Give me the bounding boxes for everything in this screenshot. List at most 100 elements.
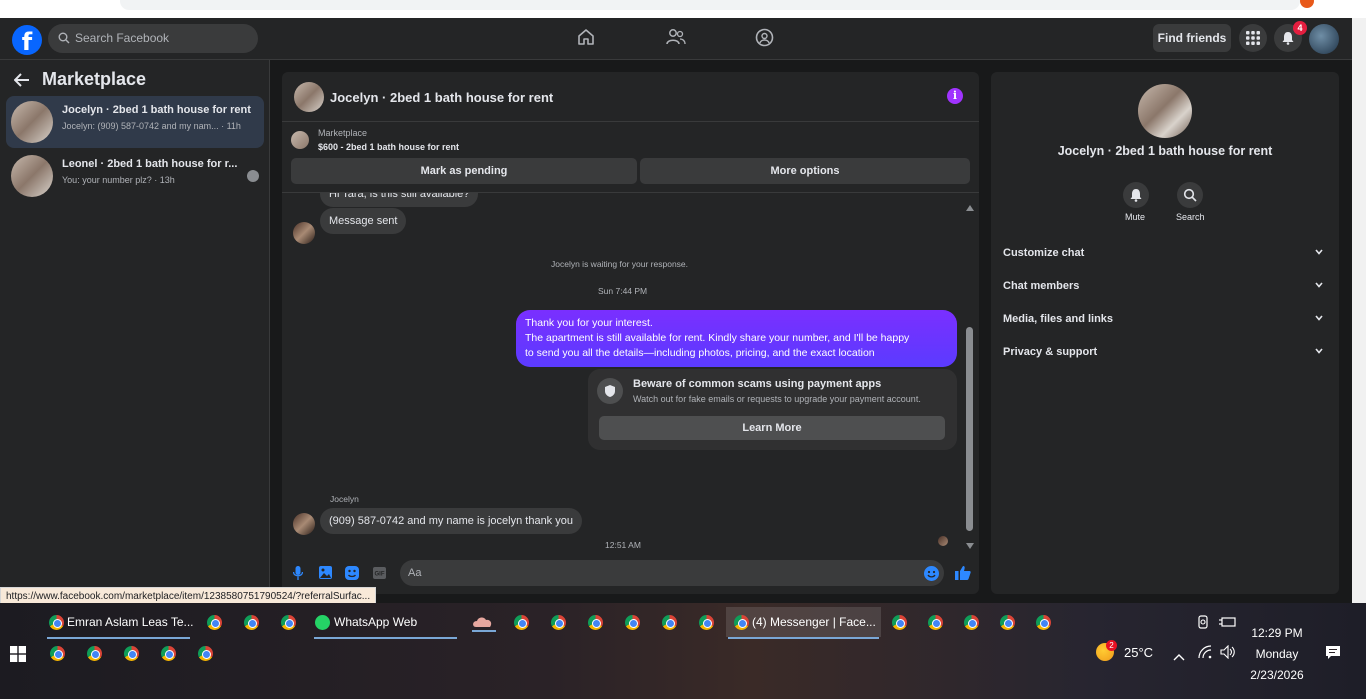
chrome-icon[interactable] [87,646,102,661]
chrome-icon[interactable] [50,646,65,661]
chrome-icon[interactable] [662,615,677,630]
conversation-info-panel: Jocelyn · 2bed 1 bath house for rent Mut… [991,72,1339,594]
search-icon [58,32,70,44]
chrome-icon[interactable] [161,646,176,661]
search-placeholder: Search Facebook [75,31,170,45]
chrome-icon[interactable] [244,615,259,630]
chrome-icon[interactable] [625,615,640,630]
wifi-icon[interactable] [1198,645,1212,664]
notification-center-icon[interactable] [1325,645,1341,665]
chrome-icon[interactable] [198,646,213,661]
account-avatar[interactable] [1309,24,1339,54]
search-label: Search [1176,212,1205,222]
chat-members-section[interactable]: Chat members [1003,280,1329,300]
conversation-avatar [11,101,53,143]
sticker-icon[interactable] [345,566,359,580]
cloud-icon [472,617,496,632]
listing-title[interactable]: $600 - 2bed 1 bath house for rent [318,142,459,152]
facebook-logo-icon[interactable]: f [12,25,42,55]
chrome-icon[interactable] [1036,615,1051,630]
search-button[interactable] [1177,182,1203,208]
message-input-placeholder: Aa [408,567,422,579]
taskbar-app-whatsapp[interactable]: WhatsApp Web [312,607,459,639]
message-bubble-outgoing: Thank you for your interest. The apartme… [516,310,957,367]
chrome-icon[interactable] [207,615,222,630]
timestamp: 12:51 AM [605,540,641,548]
active-indicator [728,637,879,639]
image-icon[interactable] [319,566,332,579]
message-list: Hi Tara, is this still available? Messag… [282,193,979,548]
weather-badge: 2 [1106,640,1117,651]
friends-icon[interactable] [666,28,686,46]
chrome-icon[interactable] [928,615,943,630]
chat-title[interactable]: Jocelyn · 2bed 1 bath house for rent [330,90,553,105]
meet-now-icon[interactable] [1197,615,1211,634]
info-avatar[interactable] [1138,84,1192,138]
profile-icon[interactable] [1300,0,1314,8]
customize-chat-section[interactable]: Customize chat [1003,247,1329,267]
volume-icon[interactable] [1220,644,1236,664]
message-line: Thank you for your interest. [525,317,653,329]
read-receipt-avatar [938,536,948,546]
chat-scrollbar[interactable] [964,193,976,549]
microphone-icon[interactable] [293,566,303,580]
groups-icon[interactable] [755,28,774,47]
taskbar-app-onedrive[interactable] [470,613,498,635]
taskbar-app-messenger[interactable]: (4) Messenger | Face... [726,607,881,639]
chrome-icon [49,615,64,630]
message-composer: GIF Aa [282,554,979,594]
chevron-up-icon[interactable] [1173,648,1185,666]
back-arrow-icon[interactable] [14,73,30,87]
mark-as-pending-button[interactable]: Mark as pending [291,158,637,184]
conversation-item[interactable]: Leonel · 2bed 1 bath house for r... You:… [6,150,264,202]
chrome-icon[interactable] [892,615,907,630]
chevron-down-icon [1315,282,1323,288]
find-friends-button[interactable]: Find friends [1153,24,1231,52]
search-input[interactable]: Search Facebook [48,24,258,53]
address-bar[interactable] [120,0,1300,10]
learn-more-button[interactable]: Learn More [599,416,945,440]
scroll-up-arrow-icon[interactable] [966,198,974,216]
page-scrollbar[interactable] [1352,18,1366,603]
more-options-button[interactable]: More options [640,158,970,184]
emoji-icon[interactable] [924,566,939,581]
chat-avatar[interactable] [294,82,324,112]
chrome-icon[interactable] [1000,615,1015,630]
chrome-icon[interactable] [514,615,529,630]
battery-plug-icon[interactable] [1219,615,1237,634]
home-icon[interactable] [577,28,595,46]
listing-thumbnail[interactable] [291,131,309,149]
scroll-down-arrow-icon[interactable] [966,536,974,554]
marketplace-sidebar: Marketplace Jocelyn · 2bed 1 bath house … [0,60,270,603]
taskbar-app-label: WhatsApp Web [334,615,418,629]
message-input[interactable]: Aa [400,560,944,586]
chevron-down-icon [1315,348,1323,354]
taskbar-app-chrome[interactable]: Emran Aslam Leas Te... [45,607,194,639]
chrome-icon[interactable] [281,615,296,630]
info-icon[interactable]: i [947,88,963,104]
scroll-thumb[interactable] [966,327,973,531]
chrome-icon[interactable] [699,615,714,630]
gif-icon[interactable]: GIF [373,567,386,579]
menu-button[interactable] [1239,24,1267,52]
conversation-avatar [11,155,53,197]
message-line: to send you all the details—including ph… [525,347,875,359]
weather-temperature[interactable]: 25°C [1124,645,1153,660]
mute-button[interactable] [1123,182,1149,208]
conversation-title: Jocelyn · 2bed 1 bath house for rent [62,104,251,116]
chrome-icon[interactable] [964,615,979,630]
like-thumb-icon[interactable] [955,565,971,580]
grid-menu-icon [1246,31,1260,45]
page-title: Marketplace [42,69,147,89]
chrome-icon[interactable] [588,615,603,630]
waiting-notice: Jocelyn is waiting for your response. [551,259,689,269]
chrome-icon[interactable] [124,646,139,661]
taskbar-clock[interactable]: 12:29 PM Monday 2/23/2026 [1244,623,1310,686]
media-files-links-section[interactable]: Media, files and links [1003,313,1329,333]
scam-warning-subtitle: Watch out for fake emails or requests to… [633,394,921,404]
privacy-support-section[interactable]: Privacy & support [1003,346,1329,366]
chrome-icon[interactable] [551,615,566,630]
windows-start-icon[interactable] [10,646,26,667]
conversation-item[interactable]: Jocelyn · 2bed 1 bath house for rent Joc… [6,96,264,148]
chrome-icon [734,615,749,630]
